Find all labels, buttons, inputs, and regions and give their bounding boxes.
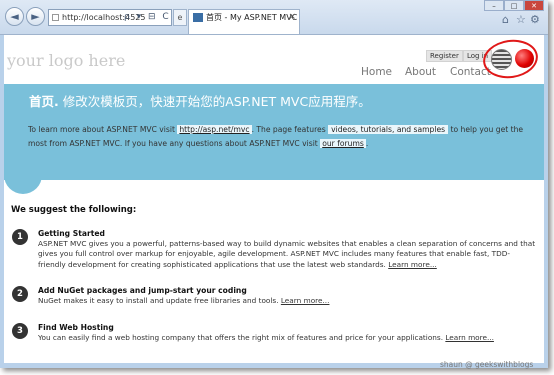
item-title: Find Web Hosting (38, 323, 114, 332)
star-icon[interactable]: ☆ (516, 13, 526, 26)
item-body: NuGet makes it easy to install and updat… (38, 296, 536, 306)
hero-title: 首页. 修改次模板页，快速开始您的ASP.NET MVC应用程序。 (29, 91, 371, 110)
learn-more-link[interactable]: Learn more... (281, 296, 330, 305)
hero-text-1: To learn more about ASP.NET MVC visit (28, 125, 175, 134)
step-number: 1 (12, 229, 28, 245)
gear-icon[interactable]: ⚙ (530, 13, 540, 26)
tab-active[interactable]: 首页 - My ASP.NET MVC A... × (188, 9, 300, 34)
forums-link[interactable]: our forums (320, 138, 366, 148)
list-item: 2 Add NuGet packages and jump-start your… (12, 286, 536, 310)
register-link[interactable]: Register (426, 50, 463, 62)
home-icon[interactable]: ⌂ (502, 13, 509, 26)
list-item: 3 Find Web Hosting You can easily find a… (12, 323, 536, 347)
browser-toolbar: ◄ ► http://localhost:4525 ρ ▾ ⊟ C ✕ e 首页… (0, 0, 548, 35)
page-viewport: your logo here Register Log in Home Abou… (4, 35, 544, 363)
back-button[interactable]: ◄ (5, 7, 24, 26)
item-title: Getting Started (38, 229, 105, 238)
hero-paragraph: To learn more about ASP.NET MVC visit ht… (28, 123, 533, 150)
item-body-text: NuGet makes it easy to install and updat… (38, 296, 279, 305)
item-body: ASP.NET MVC gives you a powerful, patter… (38, 239, 536, 270)
tab-inactive[interactable]: e (173, 9, 187, 26)
hero-title-bold: 首页. (29, 94, 59, 109)
item-body-text: ASP.NET MVC gives you a powerful, patter… (38, 239, 536, 269)
nav-about[interactable]: About (405, 66, 436, 78)
page-icon (52, 14, 59, 21)
hero-text-2: . The page features (251, 125, 326, 134)
item-body-text: You can easily find a web hosting compan… (38, 333, 444, 342)
asp-net-mvc-link[interactable]: http://asp.net/mvc (177, 125, 252, 134)
browser-window: ◄ ► http://localhost:4525 ρ ▾ ⊟ C ✕ e 首页… (0, 0, 548, 368)
maximize-button[interactable]: □ (504, 0, 524, 11)
favicon-icon (193, 13, 203, 22)
close-window-button[interactable]: ✕ (524, 0, 544, 11)
item-body: You can easily find a web hosting compan… (38, 333, 536, 343)
minimize-button[interactable]: – (484, 0, 504, 11)
hero-text-4: . (365, 138, 369, 148)
highlight-videos: videos, tutorials, and samples (328, 125, 449, 134)
hero-title-rest: 修改次模板页，快速开始您的ASP.NET MVC应用程序。 (58, 94, 371, 109)
tab-title: 首页 - My ASP.NET MVC A... (206, 13, 299, 22)
tab-close-icon[interactable]: × (288, 10, 296, 25)
step-number: 2 (12, 286, 28, 302)
forward-button[interactable]: ► (26, 7, 45, 26)
suggest-heading: We suggest the following: (11, 205, 137, 215)
learn-more-link[interactable]: Learn more... (388, 260, 437, 269)
featured-banner: 首页. 修改次模板页，快速开始您的ASP.NET MVC应用程序。 To lea… (4, 84, 544, 180)
list-item: 1 Getting Started ASP.NET MVC gives you … (12, 229, 536, 271)
site-logo[interactable]: your logo here (7, 51, 125, 70)
item-title: Add NuGet packages and jump-start your c… (38, 286, 247, 295)
nav-home[interactable]: Home (361, 66, 392, 78)
watermark: shaun @ geekswithblogs (440, 360, 534, 369)
banner-bubble (4, 173, 42, 194)
learn-more-link[interactable]: Learn more... (445, 333, 494, 342)
step-number: 3 (12, 323, 28, 339)
